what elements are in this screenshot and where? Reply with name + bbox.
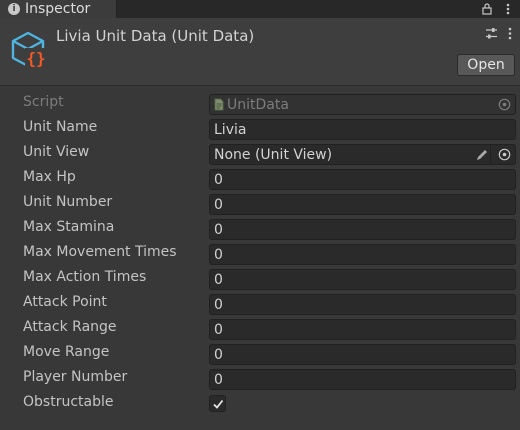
svg-text:{}: {}	[26, 49, 45, 68]
field-row-script: Script UnitData	[0, 92, 520, 117]
unit-view-value: None (Unit View)	[214, 146, 333, 163]
obstructable-checkbox[interactable]	[209, 395, 226, 412]
obstructable-label: Obstructable	[23, 394, 114, 410]
move-range-label: Move Range	[23, 344, 110, 360]
field-row-max-stamina: Max Stamina 0	[0, 217, 520, 242]
settings-sliders-icon[interactable]	[485, 27, 498, 40]
field-row-attack-point: Attack Point 0	[0, 292, 520, 317]
field-row-unit-view: Unit View None (Unit View)	[0, 142, 520, 167]
property-fields: Script UnitData Unit Name Livia Unit Vie…	[0, 92, 520, 417]
script-value: UnitData	[227, 96, 289, 113]
header-tools	[485, 27, 512, 40]
field-row-max-movement-times: Max Movement Times 0	[0, 242, 520, 267]
max-action-times-input[interactable]: 0	[209, 269, 516, 290]
field-row-max-hp: Max Hp 0	[0, 167, 520, 192]
cs-script-icon	[214, 98, 224, 111]
player-number-input[interactable]: 0	[209, 369, 516, 390]
object-picker-icon	[498, 98, 511, 111]
tab-tools	[482, 1, 510, 17]
field-row-max-action-times: Max Action Times 0	[0, 267, 520, 292]
script-field: UnitData	[209, 94, 516, 115]
attack-range-label: Attack Range	[23, 319, 117, 335]
tab-bar: i Inspector	[0, 0, 520, 18]
field-row-obstructable: Obstructable	[0, 392, 520, 417]
unit-name-label: Unit Name	[23, 119, 98, 135]
tab-label: Inspector	[25, 1, 91, 17]
unit-number-label: Unit Number	[23, 194, 113, 210]
max-stamina-label: Max Stamina	[23, 219, 115, 235]
player-number-label: Player Number	[23, 369, 128, 385]
attack-point-input[interactable]: 0	[209, 294, 516, 315]
unit-view-label: Unit View	[23, 144, 90, 160]
more-options-icon[interactable]	[508, 27, 512, 40]
lock-icon[interactable]	[482, 3, 492, 15]
inspector-header: {} Livia Unit Data (Unit Data) Open	[0, 18, 520, 86]
pencil-icon[interactable]	[475, 148, 489, 162]
object-picker-icon[interactable]	[498, 148, 511, 161]
info-icon: i	[8, 3, 20, 15]
field-row-unit-number: Unit Number 0	[0, 192, 520, 217]
open-button[interactable]: Open	[457, 54, 515, 76]
move-range-input[interactable]: 0	[209, 344, 516, 365]
asset-title: Livia Unit Data (Unit Data)	[56, 27, 255, 45]
attack-point-label: Attack Point	[23, 294, 107, 310]
scriptable-object-icon: {}	[11, 31, 47, 68]
tab-inspector[interactable]: i Inspector	[0, 0, 117, 18]
field-row-move-range: Move Range 0	[0, 342, 520, 367]
max-action-times-label: Max Action Times	[23, 269, 147, 285]
more-options-icon[interactable]	[506, 3, 510, 15]
unit-view-object-field[interactable]: None (Unit View)	[209, 144, 516, 165]
max-hp-label: Max Hp	[23, 169, 76, 185]
field-row-player-number: Player Number 0	[0, 367, 520, 392]
field-row-unit-name: Unit Name Livia	[0, 117, 520, 142]
max-movement-times-label: Max Movement Times	[23, 244, 177, 260]
script-label: Script	[23, 94, 64, 110]
field-divider	[490, 145, 491, 164]
checkmark-icon	[212, 399, 223, 409]
max-stamina-input[interactable]: 0	[209, 219, 516, 240]
unit-name-input[interactable]: Livia	[209, 119, 516, 140]
max-movement-times-input[interactable]: 0	[209, 244, 516, 265]
attack-range-input[interactable]: 0	[209, 319, 516, 340]
max-hp-input[interactable]: 0	[209, 169, 516, 190]
unit-number-input[interactable]: 0	[209, 194, 516, 215]
field-row-attack-range: Attack Range 0	[0, 317, 520, 342]
